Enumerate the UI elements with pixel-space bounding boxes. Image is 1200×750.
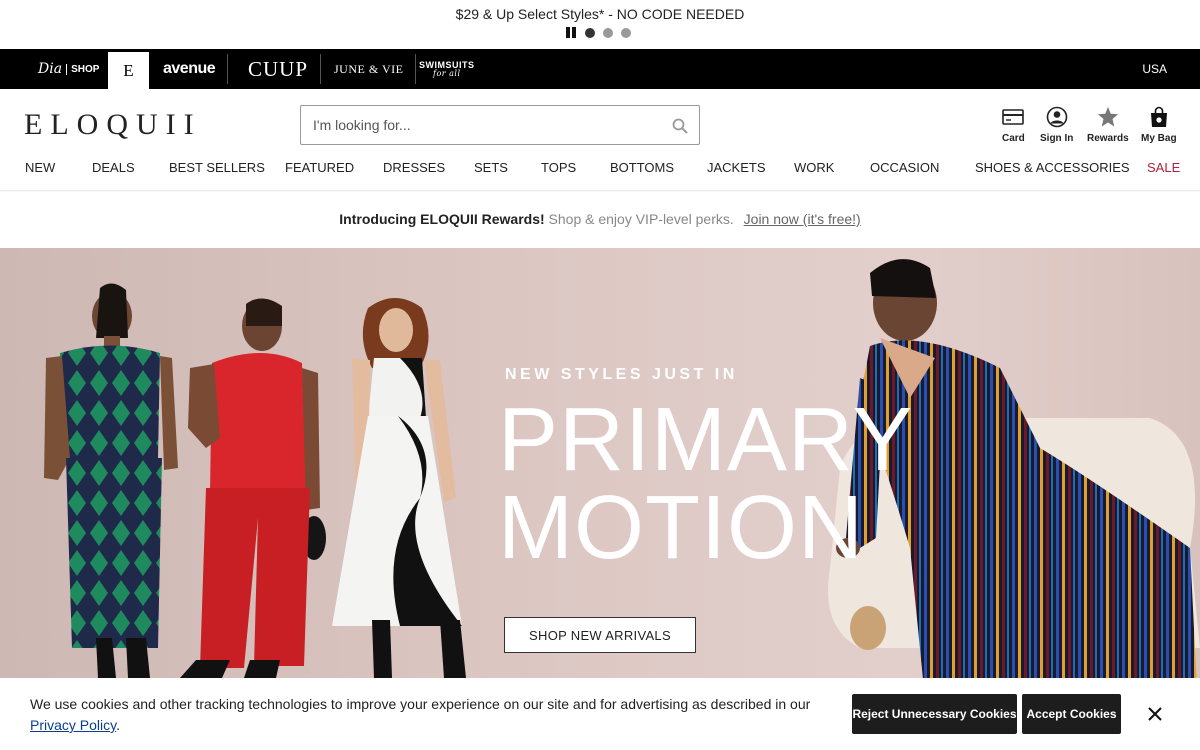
- card-link[interactable]: Card: [1002, 106, 1025, 144]
- nav-item-dresses[interactable]: DRESSES: [383, 160, 445, 175]
- nav-item-work[interactable]: WORK: [794, 160, 834, 175]
- carousel-dot[interactable]: [603, 27, 613, 38]
- nav-item-new[interactable]: NEW: [25, 160, 55, 175]
- nav-item-featured[interactable]: FEATURED: [285, 160, 354, 175]
- brand-avenue[interactable]: avenue: [163, 49, 229, 89]
- cookie-banner: We use cookies and other tracking techno…: [0, 678, 1200, 750]
- search-icon[interactable]: [672, 118, 688, 134]
- sign-in-link[interactable]: Sign In: [1040, 106, 1073, 144]
- brand-eloquii[interactable]: E: [108, 52, 149, 89]
- brand-bar: Dia SHOP E avenue CUUP JUNE & VIE SWIMSUI…: [0, 49, 1200, 89]
- brand-dia-sub: SHOP: [66, 63, 99, 75]
- nav-item-bottoms[interactable]: BOTTOMS: [610, 160, 674, 175]
- nav-item-tops[interactable]: TOPS: [541, 160, 576, 175]
- privacy-policy-link[interactable]: Privacy Policy: [30, 717, 116, 733]
- brand-swimsuits-for-all[interactable]: SWIMSUITS for all: [419, 49, 475, 89]
- rewards-sub: Shop & enjoy VIP-level perks.: [548, 211, 734, 227]
- card-label: Card: [1002, 133, 1025, 144]
- nav-item-sets[interactable]: SETS: [474, 160, 508, 175]
- brand-swim-sub: for all: [432, 68, 461, 78]
- carousel-dot[interactable]: [621, 27, 631, 38]
- brand-dia-label: Dia: [38, 61, 63, 77]
- close-icon[interactable]: [1148, 707, 1162, 721]
- shopping-bag-icon: [1150, 106, 1167, 127]
- carousel-dot[interactable]: [585, 27, 595, 38]
- brand-dia-shop[interactable]: Dia SHOP: [38, 49, 113, 89]
- brand-june-vie[interactable]: JUNE & VIE: [334, 49, 417, 89]
- nav-item-jackets[interactable]: JACKETS: [707, 160, 766, 175]
- site-logo[interactable]: ELOQUII: [24, 108, 202, 142]
- hero-title: PRIMARY MOTION: [498, 390, 914, 578]
- nav-item-shoes-accessories[interactable]: SHOES & ACCESSORIES: [975, 160, 1130, 175]
- search-input[interactable]: [301, 106, 661, 144]
- star-icon: [1097, 107, 1118, 127]
- nav-item-best-sellers[interactable]: BEST SELLERS: [169, 160, 265, 175]
- reject-cookies-button[interactable]: Reject Unnecessary Cookies: [852, 694, 1017, 734]
- promo-bar: $29 & Up Select Styles* - NO CODE NEEDED: [0, 0, 1200, 49]
- cookie-suffix: .: [116, 717, 120, 733]
- user-icon: [1046, 106, 1067, 128]
- rewards-label: Rewards: [1087, 133, 1129, 144]
- sign-in-label: Sign In: [1040, 133, 1074, 144]
- nav-divider: [0, 190, 1200, 192]
- search-box: [300, 105, 700, 145]
- rewards-headline: Introducing ELOQUII Rewards!: [339, 211, 545, 227]
- cookie-message: We use cookies and other tracking techno…: [30, 694, 830, 736]
- hero-title-line2: MOTION: [498, 478, 864, 578]
- hero-banner[interactable]: NEW STYLES JUST IN PRIMARY MOTION SHOP N…: [0, 248, 1200, 750]
- rewards-link[interactable]: Rewards: [1087, 106, 1129, 144]
- hero-title-line1: PRIMARY: [498, 390, 914, 490]
- shop-new-arrivals-button[interactable]: SHOP NEW ARRIVALS: [504, 617, 696, 653]
- rewards-join-link[interactable]: Join now (it's free!): [744, 211, 861, 227]
- nav-item-sale[interactable]: SALE: [1147, 160, 1180, 175]
- credit-card-icon: [1002, 109, 1025, 125]
- region-selector[interactable]: USA: [1142, 49, 1167, 89]
- nav-item-occasion[interactable]: OCCASION: [870, 160, 939, 175]
- promo-text[interactable]: $29 & Up Select Styles* - NO CODE NEEDED: [0, 6, 1200, 22]
- accept-cookies-button[interactable]: Accept Cookies: [1022, 694, 1121, 734]
- nav-item-deals[interactable]: DEALS: [92, 160, 135, 175]
- cookie-text: We use cookies and other tracking techno…: [30, 696, 811, 712]
- hero-eyebrow: NEW STYLES JUST IN: [505, 366, 738, 383]
- bag-label: My Bag: [1141, 133, 1177, 144]
- main-nav: NEW DEALS BEST SELLERS FEATURED DRESSES …: [0, 158, 1200, 190]
- bag-link[interactable]: My Bag: [1141, 106, 1177, 144]
- promo-carousel-controls: [566, 27, 631, 38]
- pause-icon[interactable]: [566, 27, 577, 38]
- rewards-banner: Introducing ELOQUII Rewards! Shop & enjo…: [0, 211, 1200, 227]
- brand-cuup[interactable]: CUUP: [248, 49, 322, 89]
